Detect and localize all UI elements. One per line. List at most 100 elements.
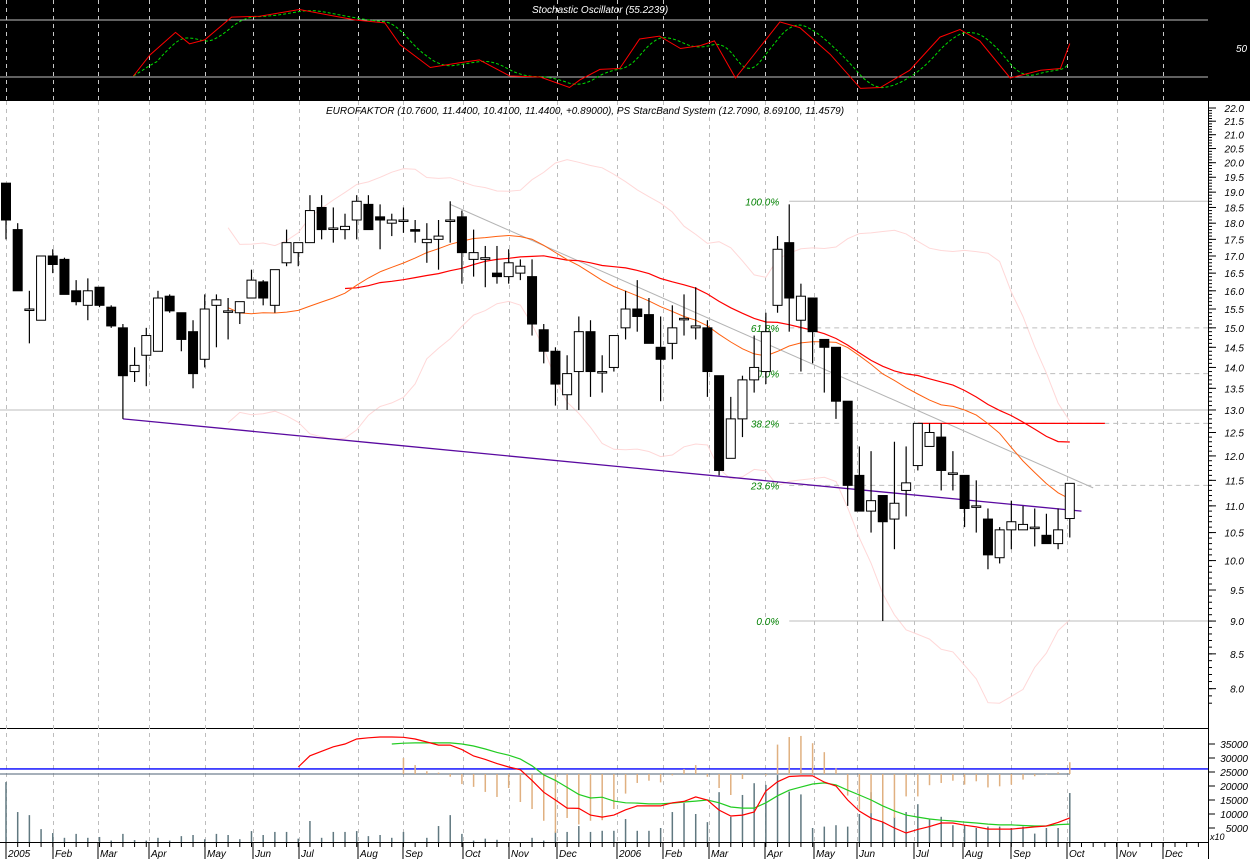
candle-body-up <box>725 418 736 459</box>
candle <box>164 294 175 313</box>
candle-body-up <box>351 200 362 221</box>
price-axis-label: 16.0 <box>1225 287 1245 298</box>
candle-body-down <box>1041 534 1052 545</box>
month-label: Feb <box>55 849 73 859</box>
price-chart-title: EUROFAKTOR (10.7600, 11.4400, 10.4100, 1… <box>326 106 844 117</box>
price-axis-label: 21.5 <box>1224 117 1245 128</box>
candle-body-down <box>491 272 502 278</box>
candle <box>912 422 923 471</box>
candle-body-up <box>772 248 783 306</box>
candle-body-down <box>456 216 467 254</box>
candle-body-up <box>889 502 900 520</box>
candle-body-up <box>445 219 456 223</box>
volume-axis-label: 20000 <box>1219 782 1248 793</box>
candle-body-down <box>176 312 187 340</box>
candle-body-down <box>643 314 654 344</box>
candle-body-up <box>994 529 1005 559</box>
candle-body-up <box>293 242 304 254</box>
fibonacci-level-label: 100.0% <box>745 197 779 208</box>
candle-body-up <box>386 219 397 224</box>
volume-axis-label: 15000 <box>1220 796 1248 807</box>
candle <box>152 290 163 352</box>
candle-body-up <box>901 482 912 491</box>
candle <box>994 527 1005 564</box>
candle <box>608 335 619 372</box>
price-axis-label: 9.5 <box>1230 586 1244 597</box>
candle-body-up <box>608 335 619 368</box>
candle-body-down <box>71 290 82 303</box>
month-label: Apr <box>766 849 783 859</box>
candle-body-up <box>421 238 432 244</box>
month-label: Jun <box>254 849 272 859</box>
month-label: Mar <box>711 849 729 859</box>
candle-body-up <box>152 297 163 352</box>
candle-body-down <box>714 375 725 471</box>
candle-body-up <box>1006 521 1017 531</box>
fibonacci-level-label: 23.6% <box>750 481 779 492</box>
candle-body-up <box>246 279 257 299</box>
candle-body-up <box>866 500 877 512</box>
candle-body-up <box>912 422 923 467</box>
candle-body-down <box>784 242 795 299</box>
month-label: Jul <box>915 849 930 859</box>
price-axis-label: 12.5 <box>1225 428 1245 439</box>
candle-body-up <box>947 472 958 475</box>
candle-body-down <box>410 229 421 232</box>
price-axis-label: 13.5 <box>1225 384 1245 395</box>
candle-body-down <box>830 346 841 402</box>
candle-body-up <box>211 299 222 306</box>
candle-body-down <box>632 308 643 317</box>
price-axis-label: 9.0 <box>1230 617 1244 628</box>
candle-body-down <box>842 400 853 486</box>
volume-axis-label: 10000 <box>1220 810 1248 821</box>
candle-body-down <box>164 295 175 312</box>
candle <box>36 255 47 321</box>
stochastic-axis-label: 50 <box>1236 44 1248 55</box>
candle-body-up <box>667 327 678 344</box>
candle-body-up <box>129 364 140 373</box>
candle-body-up <box>924 431 935 447</box>
candle-body-up <box>468 252 479 260</box>
candle-body-up <box>1053 529 1064 545</box>
price-axis-label: 10.5 <box>1225 529 1245 540</box>
price-axis-label: 8.0 <box>1230 685 1244 696</box>
candle-body-down <box>188 331 199 375</box>
candle-body-down <box>258 281 269 299</box>
candle <box>106 305 117 328</box>
candle-body-up <box>24 308 35 312</box>
price-axis-label: 14.5 <box>1225 343 1245 354</box>
price-axis-label: 21.0 <box>1224 131 1245 142</box>
candle <box>714 375 725 476</box>
month-label: Mar <box>100 849 118 859</box>
candle-body-down <box>316 206 327 231</box>
volume-axis-label: 5000 <box>1226 824 1249 835</box>
candle-body-down <box>47 255 58 265</box>
month-label: Oct <box>465 849 482 859</box>
price-axis-label: 20.0 <box>1224 159 1245 170</box>
stock-chart: 100.0%61.8%50.0%38.2%23.6%0.0% 22.021.52… <box>0 0 1250 859</box>
candle-body-down <box>585 331 596 373</box>
candle-body-up <box>573 331 584 373</box>
price-axis-label: 18.5 <box>1225 203 1245 214</box>
fibonacci-level-label: 38.2% <box>751 419 779 430</box>
candle-body-down <box>538 329 549 352</box>
candle-body-down <box>527 276 538 325</box>
candle-body-down <box>375 216 386 221</box>
candle-body-up <box>620 308 631 329</box>
candle-body-up <box>1064 482 1075 520</box>
price-axis-label: 22.0 <box>1224 104 1245 115</box>
month-label: Jun <box>858 849 876 859</box>
month-label: Feb <box>665 849 683 859</box>
candle-body-up <box>433 235 444 240</box>
candle-body-up <box>760 331 771 373</box>
price-axis-label: 20.5 <box>1224 145 1245 156</box>
candle-body-down <box>655 346 666 360</box>
candle-body-up <box>749 366 760 381</box>
candle-body-up <box>515 265 526 274</box>
price-axis-label: 18.0 <box>1225 219 1245 230</box>
candle-body-up <box>795 295 806 321</box>
candle-body-up <box>328 227 339 230</box>
candle-body-down <box>877 495 888 523</box>
candle-body-up <box>971 505 982 508</box>
candle-body-down <box>550 350 561 385</box>
